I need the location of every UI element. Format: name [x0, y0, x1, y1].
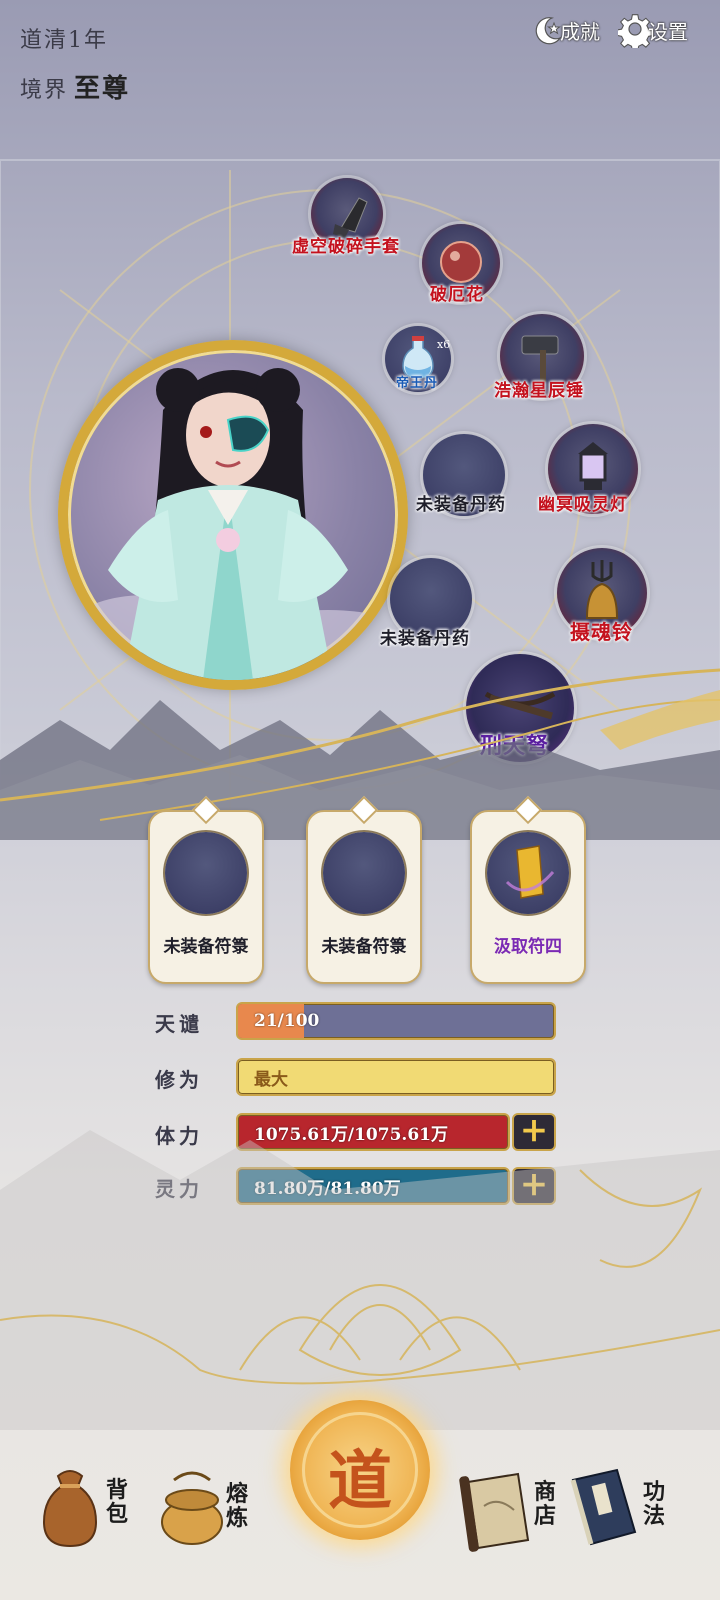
nav-dao-button[interactable]: 道	[290, 1400, 430, 1540]
character-portrait[interactable]	[58, 340, 408, 690]
talisman-label-1: 未装备符箓	[163, 937, 249, 957]
lotus-decoration	[0, 1130, 720, 1430]
equip-label-hammer: 浩瀚星辰锤	[494, 381, 584, 401]
nav-bag-label: 背包	[106, 1477, 129, 1527]
settings-label: 设置	[648, 19, 688, 44]
era-label: 道清1年	[20, 28, 108, 53]
talisman-slot-empty	[323, 832, 405, 914]
talisman-card-3[interactable]: 汲取符四	[470, 795, 586, 984]
equip-label-pill: 帝王丹	[396, 376, 439, 391]
talisman-card-1[interactable]: 未装备符箓	[148, 795, 264, 984]
equip-label-lamp: 幽冥吸灵灯	[538, 495, 628, 515]
equip-label-empty-pill-1: 未装备丹药	[416, 495, 506, 515]
character-figure	[78, 368, 398, 680]
realm-label: 境界	[20, 78, 69, 103]
achievements-label: 成就	[560, 19, 600, 44]
equip-label-gloves: 虚空破碎手套	[292, 237, 400, 257]
nav-skills-button[interactable]: 功法	[565, 1462, 685, 1562]
dao-label: 道	[328, 1444, 392, 1519]
achievements-button[interactable]: 成就	[530, 12, 600, 48]
nav-bag-button[interactable]: 背包	[30, 1462, 150, 1562]
pill-count: x6	[437, 338, 451, 351]
bag-icon	[42, 1470, 98, 1548]
tianqian-bar: 21/100	[236, 1002, 556, 1040]
nav-shop-label: 商店	[534, 1479, 557, 1529]
equip-label-bell: 摄魂铃	[570, 620, 633, 644]
cauldron-icon	[161, 1471, 223, 1545]
tianqian-value: 21/100	[254, 1011, 320, 1031]
nav-shop-button[interactable]: 商店	[458, 1466, 578, 1566]
book-icon	[570, 1468, 637, 1546]
talisman-card-2[interactable]: 未装备符箓	[306, 795, 422, 984]
nav-smelt-button[interactable]: 熔炼	[152, 1462, 272, 1562]
stat-label-tianqian: 天谴	[155, 1012, 203, 1036]
equip-label-empty-pill-2: 未装备丹药	[380, 629, 470, 649]
talisman-label-2: 未装备符箓	[321, 937, 407, 957]
talisman-scroll-icon	[505, 845, 555, 899]
talisman-label-3: 汲取符四	[494, 937, 562, 957]
equip-label-flower: 破厄花	[430, 285, 484, 305]
settings-button[interactable]: 设置	[618, 12, 688, 48]
talisman-slot-filled	[487, 832, 569, 914]
nav-smelt-label: 熔炼	[226, 1481, 249, 1531]
realm-row: 境界 至尊	[20, 68, 130, 105]
talisman-slot-empty	[165, 832, 247, 914]
realm-value: 至尊	[74, 74, 131, 104]
map-scroll-icon	[459, 1472, 530, 1552]
nav-skills-label: 功法	[643, 1479, 666, 1529]
